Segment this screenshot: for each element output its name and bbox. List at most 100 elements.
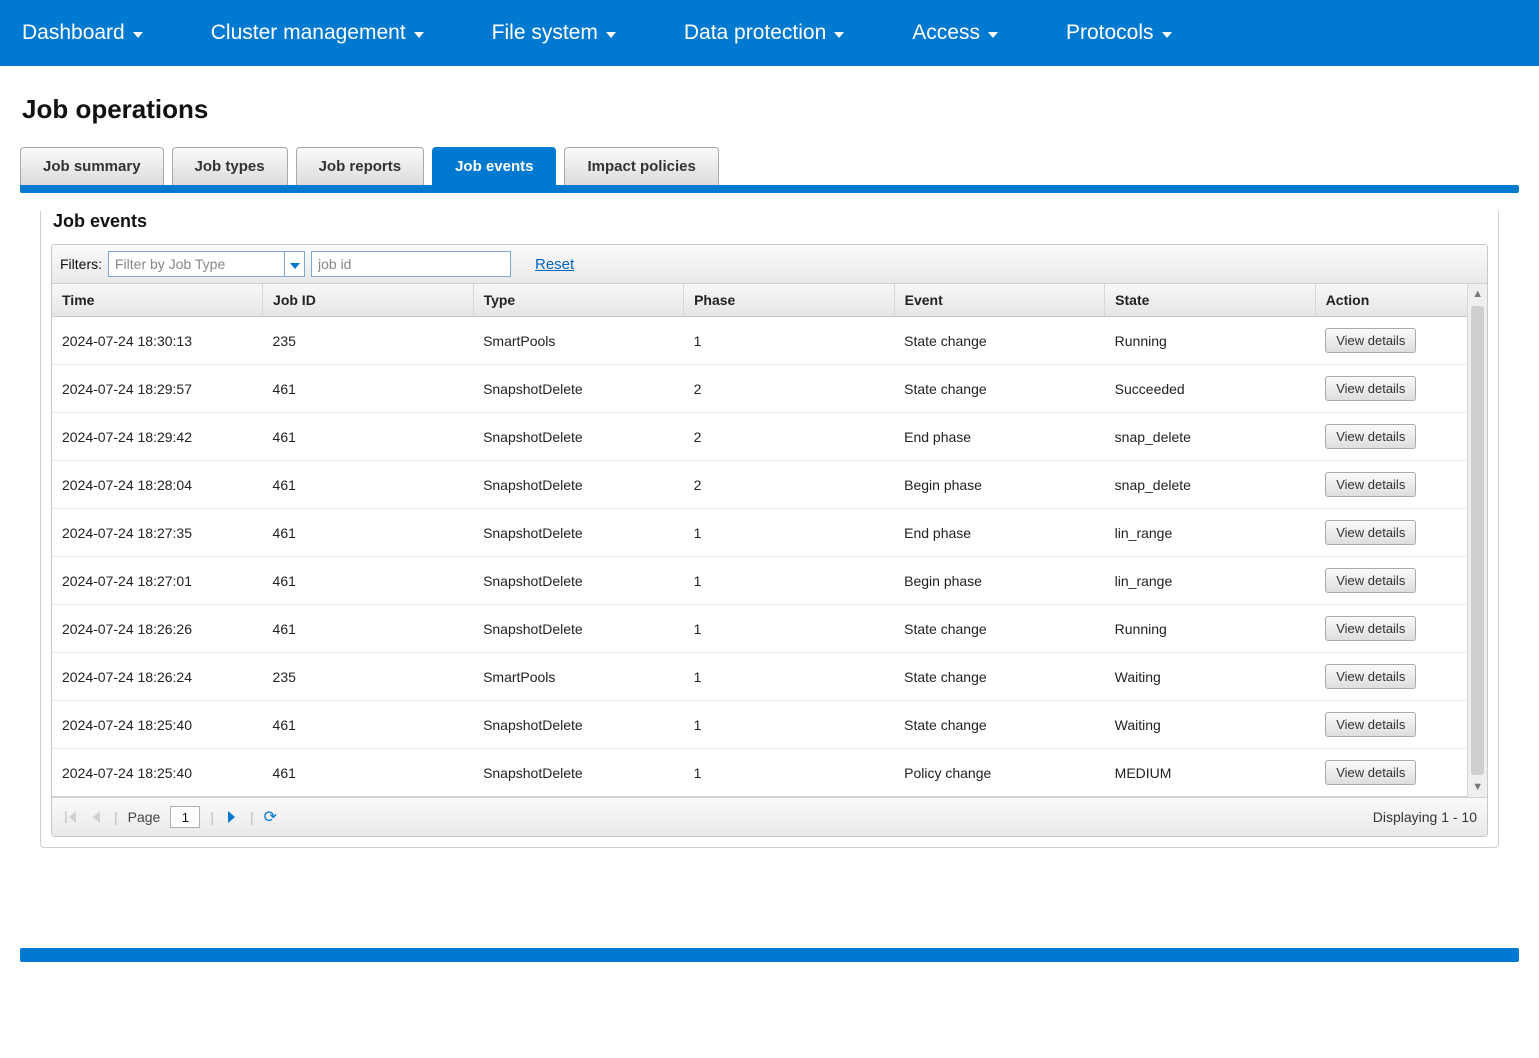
cell-job-id: 461 bbox=[263, 557, 474, 605]
table-row[interactable]: 2024-07-24 18:26:24235SmartPools1State c… bbox=[52, 653, 1467, 701]
cell-event: End phase bbox=[894, 509, 1105, 557]
tab-job-reports[interactable]: Job reports bbox=[296, 147, 425, 185]
cell-action: View details bbox=[1315, 605, 1467, 653]
filter-job-id-input[interactable] bbox=[311, 251, 511, 277]
cell-job-id: 235 bbox=[263, 317, 474, 365]
pager-first-button[interactable] bbox=[62, 809, 78, 825]
cell-phase: 1 bbox=[684, 317, 895, 365]
cell-type: SmartPools bbox=[473, 653, 684, 701]
col-header-state[interactable]: State bbox=[1105, 284, 1316, 317]
vertical-scrollbar[interactable]: ▲ ▼ bbox=[1467, 284, 1487, 797]
tab-job-events[interactable]: Job events bbox=[432, 147, 556, 185]
nav-data-protection[interactable]: Data protection bbox=[684, 21, 844, 45]
view-details-button[interactable]: View details bbox=[1325, 616, 1416, 641]
cell-time: 2024-07-24 18:27:35 bbox=[52, 509, 263, 557]
cell-state: Running bbox=[1105, 605, 1316, 653]
nav-label: Dashboard bbox=[22, 21, 125, 45]
nav-protocols[interactable]: Protocols bbox=[1066, 21, 1172, 45]
separator: | bbox=[210, 809, 214, 825]
col-header-phase[interactable]: Phase bbox=[684, 284, 895, 317]
table-row[interactable]: 2024-07-24 18:28:04461SnapshotDelete2Beg… bbox=[52, 461, 1467, 509]
cell-state: lin_range bbox=[1105, 509, 1316, 557]
col-header-time[interactable]: Time bbox=[52, 284, 263, 317]
view-details-button[interactable]: View details bbox=[1325, 664, 1416, 689]
cell-type: SnapshotDelete bbox=[473, 461, 684, 509]
cell-action: View details bbox=[1315, 461, 1467, 509]
nav-label: Cluster management bbox=[211, 21, 406, 45]
col-header-type[interactable]: Type bbox=[473, 284, 684, 317]
scroll-thumb[interactable] bbox=[1471, 306, 1484, 775]
tab-job-types[interactable]: Job types bbox=[172, 147, 288, 185]
cell-event: State change bbox=[894, 605, 1105, 653]
filter-job-type-combo[interactable] bbox=[108, 251, 305, 277]
next-page-icon bbox=[228, 811, 235, 823]
nav-cluster-management[interactable]: Cluster management bbox=[211, 21, 424, 45]
scroll-down-icon[interactable]: ▼ bbox=[1468, 781, 1487, 793]
refresh-icon[interactable]: ⟳ bbox=[264, 807, 277, 827]
first-page-icon bbox=[65, 811, 76, 823]
table-header-row: Time Job ID Type Phase Event State Actio… bbox=[52, 284, 1467, 317]
table-row[interactable]: 2024-07-24 18:26:26461SnapshotDelete1Sta… bbox=[52, 605, 1467, 653]
cell-phase: 1 bbox=[684, 749, 895, 797]
cell-phase: 1 bbox=[684, 701, 895, 749]
col-header-action[interactable]: Action bbox=[1315, 284, 1467, 317]
cell-event: Begin phase bbox=[894, 461, 1105, 509]
cell-event: State change bbox=[894, 365, 1105, 413]
caret-down-icon bbox=[988, 32, 998, 38]
cell-state: Waiting bbox=[1105, 653, 1316, 701]
cell-action: View details bbox=[1315, 653, 1467, 701]
tab-job-summary[interactable]: Job summary bbox=[20, 147, 164, 185]
view-details-button[interactable]: View details bbox=[1325, 760, 1416, 785]
cell-action: View details bbox=[1315, 317, 1467, 365]
cell-time: 2024-07-24 18:26:26 bbox=[52, 605, 263, 653]
cell-event: State change bbox=[894, 317, 1105, 365]
view-details-button[interactable]: View details bbox=[1325, 520, 1416, 545]
col-header-job-id[interactable]: Job ID bbox=[263, 284, 474, 317]
reset-link[interactable]: Reset bbox=[535, 256, 574, 273]
scroll-up-icon[interactable]: ▲ bbox=[1468, 288, 1487, 300]
caret-down-icon bbox=[290, 263, 300, 269]
pager-page-label: Page bbox=[128, 809, 161, 825]
view-details-button[interactable]: View details bbox=[1325, 376, 1416, 401]
cell-event: State change bbox=[894, 701, 1105, 749]
table-wrap: Time Job ID Type Phase Event State Actio… bbox=[52, 284, 1487, 797]
cell-phase: 2 bbox=[684, 413, 895, 461]
pager-page-input[interactable] bbox=[170, 806, 200, 828]
nav-file-system[interactable]: File system bbox=[492, 21, 616, 45]
cell-time: 2024-07-24 18:29:42 bbox=[52, 413, 263, 461]
tab-impact-policies[interactable]: Impact policies bbox=[564, 147, 718, 185]
cell-phase: 1 bbox=[684, 605, 895, 653]
cell-time: 2024-07-24 18:30:13 bbox=[52, 317, 263, 365]
separator: | bbox=[250, 809, 254, 825]
pager: | Page | | ⟳ Displaying 1 - 10 bbox=[52, 797, 1487, 836]
table-row[interactable]: 2024-07-24 18:25:40461SnapshotDelete1Sta… bbox=[52, 701, 1467, 749]
combo-trigger[interactable] bbox=[284, 252, 304, 276]
cell-action: View details bbox=[1315, 509, 1467, 557]
nav-dashboard[interactable]: Dashboard bbox=[22, 21, 143, 45]
view-details-button[interactable]: View details bbox=[1325, 328, 1416, 353]
prev-page-icon bbox=[93, 811, 100, 823]
nav-label: File system bbox=[492, 21, 598, 45]
cell-time: 2024-07-24 18:25:40 bbox=[52, 749, 263, 797]
table-row[interactable]: 2024-07-24 18:27:01461SnapshotDelete1Beg… bbox=[52, 557, 1467, 605]
table-row[interactable]: 2024-07-24 18:29:57461SnapshotDelete2Sta… bbox=[52, 365, 1467, 413]
table-row[interactable]: 2024-07-24 18:25:40461SnapshotDelete1Pol… bbox=[52, 749, 1467, 797]
nav-access[interactable]: Access bbox=[912, 21, 998, 45]
cell-event: End phase bbox=[894, 413, 1105, 461]
pager-next-button[interactable] bbox=[224, 809, 240, 825]
view-details-button[interactable]: View details bbox=[1325, 712, 1416, 737]
pager-prev-button[interactable] bbox=[88, 809, 104, 825]
separator: | bbox=[114, 809, 118, 825]
cell-state: Running bbox=[1105, 317, 1316, 365]
col-header-event[interactable]: Event bbox=[894, 284, 1105, 317]
nav-label: Data protection bbox=[684, 21, 826, 45]
view-details-button[interactable]: View details bbox=[1325, 568, 1416, 593]
filter-job-type-input[interactable] bbox=[109, 252, 284, 276]
view-details-button[interactable]: View details bbox=[1325, 472, 1416, 497]
view-details-button[interactable]: View details bbox=[1325, 424, 1416, 449]
table-row[interactable]: 2024-07-24 18:29:42461SnapshotDelete2End… bbox=[52, 413, 1467, 461]
cell-state: snap_delete bbox=[1105, 413, 1316, 461]
cell-action: View details bbox=[1315, 413, 1467, 461]
table-row[interactable]: 2024-07-24 18:30:13235SmartPools1State c… bbox=[52, 317, 1467, 365]
table-row[interactable]: 2024-07-24 18:27:35461SnapshotDelete1End… bbox=[52, 509, 1467, 557]
